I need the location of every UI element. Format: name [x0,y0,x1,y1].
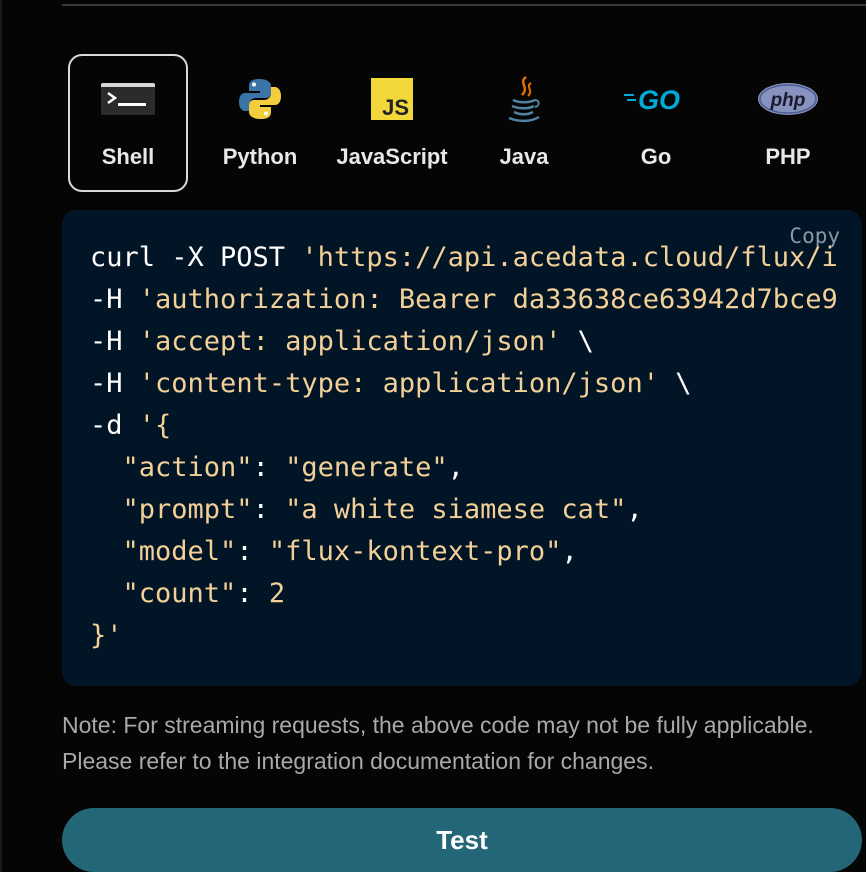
code-token: curl -X POST [90,242,302,273]
javascript-icon: JS [334,74,450,124]
terminal-icon [70,74,186,124]
code-token: 'content-type: application/json' [138,368,659,399]
tab-go[interactable]: GO Go [596,54,716,192]
code-token: -H [90,284,139,315]
code-block: curl -X POST 'https://api.acedata.cloud/… [90,242,838,651]
top-divider [62,4,866,6]
php-icon: php [730,74,846,124]
python-icon [202,74,318,124]
code-token: 'authorization: Bearer da33638ce63942d7b… [138,284,838,315]
code-token: -d [90,410,139,441]
code-panel: Copy curl -X POST 'https://api.acedata.c… [62,210,862,686]
code-token: "model" [122,536,237,567]
tab-shell[interactable]: Shell [68,54,188,192]
tab-javascript[interactable]: JS JavaScript [332,54,452,192]
code-token: '{ [138,410,172,441]
tab-label: Shell [101,144,155,169]
code-token: 'https://api.acedata.cloud/flux/i [301,242,838,273]
language-tabs: Shell Python JS JavaScript Java GO Go ph… [62,54,852,194]
code-token: 2 [268,578,286,609]
svg-text:php: php [770,90,806,111]
code-token: }' [90,620,123,651]
tab-label: Python [222,144,298,169]
code-token: -H [90,326,139,357]
svg-text:GO: GO [638,85,680,113]
panel-left-border [0,0,2,872]
tab-label: Java [499,144,549,169]
code-token: "a white siamese cat" [285,494,627,525]
tab-python[interactable]: Python [200,54,320,192]
code-token: \ [658,368,692,399]
tab-label: PHP [765,144,811,169]
streaming-note: Note: For streaming requests, the above … [62,712,814,774]
code-token: 'accept: application/json' [138,326,562,357]
java-icon [466,74,582,124]
svg-text:JS: JS [382,95,409,120]
tab-label: Go [640,144,672,169]
code-token: "action" [122,452,253,483]
code-token: \ [561,326,594,357]
tab-php[interactable]: php PHP [728,54,848,192]
code-token: "flux-kontext-pro" [268,536,562,567]
go-icon: GO [598,74,714,124]
code-token: "prompt" [122,494,253,525]
code-token: -H [90,368,139,399]
code-token: "count" [122,578,237,609]
test-button[interactable]: Test [62,808,862,872]
tab-java[interactable]: Java [464,54,584,192]
code-token: "generate" [285,452,448,483]
tab-label: JavaScript [336,144,448,169]
